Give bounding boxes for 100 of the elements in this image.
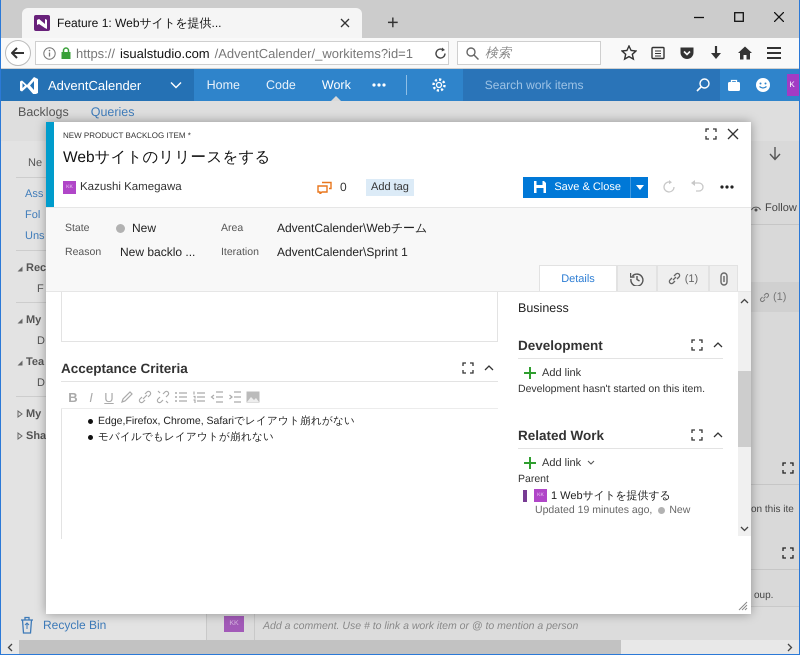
field-value[interactable]: AdventCalender\Sprint 1 bbox=[277, 245, 751, 259]
down-arrow-icon[interactable] bbox=[769, 147, 781, 161]
expanded-triangle-icon[interactable] bbox=[17, 316, 23, 324]
expanded-triangle-icon[interactable] bbox=[17, 264, 23, 272]
smiley-icon[interactable] bbox=[755, 77, 772, 93]
new-tab-button[interactable]: + bbox=[387, 13, 399, 33]
info-icon bbox=[43, 46, 56, 60]
section-heading: Related Work bbox=[518, 428, 604, 442]
url-text: /AdventCalender/_workitems?id=1 bbox=[214, 46, 413, 60]
scroll-right-icon bbox=[787, 642, 793, 652]
state-field[interactable]: New bbox=[116, 221, 221, 235]
resize-grip-icon[interactable] bbox=[738, 601, 748, 611]
caret-icon bbox=[636, 184, 644, 190]
sidebar-group[interactable]: Sha bbox=[26, 430, 46, 442]
sidebar-group[interactable]: My bbox=[26, 408, 42, 420]
nav-tab[interactable]: Work bbox=[308, 69, 364, 101]
settings-icon[interactable] bbox=[430, 77, 447, 93]
reload-icon[interactable] bbox=[434, 46, 447, 60]
scroll-left-icon bbox=[7, 642, 13, 652]
menu-icon[interactable] bbox=[766, 45, 782, 61]
star-icon[interactable] bbox=[621, 45, 637, 61]
url-text: isualstudio.com bbox=[120, 46, 210, 60]
project-switcher[interactable]: AdventCalender bbox=[1, 69, 194, 101]
save-close-button[interactable]: Save & Close bbox=[523, 176, 630, 198]
title-field[interactable]: Webサイトのリリースをする bbox=[63, 146, 739, 172]
field-label: Area bbox=[221, 222, 244, 234]
list-item-text: モバイルでもレイアウトが崩れない bbox=[98, 430, 274, 445]
bag-icon[interactable] bbox=[727, 78, 742, 92]
vertical-scrollbar[interactable] bbox=[738, 292, 751, 536]
field-value[interactable]: Business bbox=[518, 301, 723, 315]
collapse-icon[interactable] bbox=[713, 341, 723, 349]
add-tag-button[interactable]: Add tag bbox=[366, 178, 414, 196]
dropdown-button[interactable] bbox=[630, 176, 648, 198]
link-icon bbox=[759, 292, 770, 302]
field-value[interactable]: AdventCalender\Webチーム bbox=[277, 220, 751, 236]
search-field[interactable]: 検索 bbox=[457, 41, 601, 65]
field-value[interactable]: New backlo ... bbox=[120, 245, 221, 259]
recycle-bin-link[interactable]: Recycle Bin bbox=[1, 616, 206, 640]
work-item-link[interactable]: 1 Webサイトを提供する bbox=[551, 488, 671, 503]
download-icon[interactable] bbox=[708, 45, 724, 61]
sidebar-group[interactable]: My bbox=[26, 314, 42, 326]
visual-studio-icon bbox=[34, 15, 50, 31]
address-field[interactable]: https:// isualstudio.com /AdventCalender/_workitems?id=1 bbox=[35, 41, 449, 65]
pocket-icon[interactable] bbox=[679, 45, 695, 61]
close-icon[interactable] bbox=[727, 128, 739, 140]
lock-icon bbox=[61, 47, 71, 59]
section-heading: Development bbox=[518, 338, 603, 352]
fullscreen-icon[interactable] bbox=[691, 429, 703, 441]
search-icon bbox=[696, 78, 710, 92]
plus-icon bbox=[524, 367, 536, 379]
comments-icon bbox=[317, 180, 332, 194]
avatar[interactable]: K bbox=[787, 74, 799, 96]
nav-tab[interactable]: Code bbox=[253, 69, 309, 101]
chevron-down-icon bbox=[170, 81, 182, 89]
add-link-button[interactable]: Add link bbox=[524, 457, 723, 469]
text-fragment: on this ite bbox=[750, 504, 795, 515]
fullscreen-icon[interactable] bbox=[691, 339, 703, 351]
assignee-name[interactable]: Kazushi Kamegawa bbox=[80, 181, 182, 193]
collapse-icon[interactable] bbox=[484, 364, 494, 372]
fullscreen-icon[interactable] bbox=[782, 547, 794, 559]
fullscreen-icon[interactable] bbox=[705, 128, 717, 140]
links-tab[interactable]: (1) bbox=[657, 265, 709, 291]
bullet bbox=[88, 418, 93, 424]
back-button[interactable] bbox=[5, 40, 31, 66]
scroll-up-icon bbox=[740, 298, 749, 304]
history-tab[interactable] bbox=[617, 265, 657, 291]
collapsed-triangle-icon[interactable] bbox=[17, 432, 23, 440]
expanded-triangle-icon[interactable] bbox=[17, 358, 23, 366]
back-arrow-icon bbox=[11, 47, 25, 59]
attachments-tab[interactable] bbox=[709, 265, 738, 291]
updated-text: Updated 19 minutes ago, bbox=[535, 504, 652, 516]
maximize-icon[interactable] bbox=[734, 12, 744, 22]
text-fragment: oup. bbox=[753, 590, 774, 601]
follow-button[interactable]: Follow bbox=[749, 202, 799, 214]
trash-icon bbox=[20, 616, 34, 634]
fullscreen-icon[interactable] bbox=[462, 362, 474, 374]
close-icon[interactable] bbox=[340, 18, 350, 28]
chevron-down-icon bbox=[587, 460, 596, 466]
type-color-bar bbox=[523, 490, 527, 502]
close-icon[interactable] bbox=[774, 12, 784, 22]
info-text: Development hasn't started on this item. bbox=[518, 383, 706, 395]
add-link-button[interactable]: Add link bbox=[524, 367, 723, 379]
horizontal-scrollbar[interactable] bbox=[1, 640, 799, 654]
nav-tab[interactable]: Home bbox=[194, 69, 253, 101]
collapse-icon[interactable] bbox=[713, 431, 723, 439]
more-icon[interactable] bbox=[720, 185, 734, 189]
reader-icon[interactable] bbox=[650, 45, 666, 61]
details-tab[interactable]: Details bbox=[539, 265, 617, 291]
home-icon[interactable] bbox=[737, 45, 753, 61]
sidebar-group[interactable]: Rec bbox=[26, 262, 46, 274]
collapsed-triangle-icon[interactable] bbox=[17, 410, 23, 418]
browser-tab[interactable]: Feature 1: Webサイトを提供... bbox=[22, 8, 362, 38]
field-label: State bbox=[65, 222, 91, 234]
item-type-label: NEW PRODUCT BACKLOG ITEM * bbox=[63, 130, 191, 140]
sidebar-group[interactable]: Tea bbox=[26, 356, 44, 368]
acceptance-criteria-editor[interactable]: Edge,Firefox, Chrome, Safariでレイアウト崩れがない モバイルでもレイアウトが崩れない bbox=[61, 409, 498, 539]
description-field[interactable] bbox=[61, 292, 498, 342]
paperclip-icon bbox=[720, 272, 728, 286]
field-label: Iteration bbox=[221, 246, 260, 258]
fullscreen-icon[interactable] bbox=[782, 462, 794, 474]
